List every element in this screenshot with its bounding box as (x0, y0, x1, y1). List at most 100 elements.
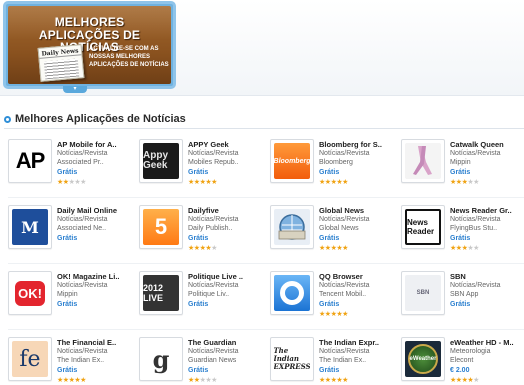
app-tile[interactable]: fe The Financial E.. Notícias/Revista The I… (8, 337, 139, 385)
app-icon-art: News Reader (405, 209, 441, 245)
rating-stars: ★★★★★ (188, 178, 272, 187)
news-reader-icon[interactable]: News Reader (401, 205, 445, 249)
app-name[interactable]: QQ Browser (319, 272, 403, 281)
rating-stars: ★★★★★ (319, 178, 403, 187)
section-header: Melhores Aplicações de Notícias (4, 112, 186, 126)
app-price: Grátis (57, 235, 78, 242)
star-icon: ★ (211, 245, 217, 252)
app-name[interactable]: eWeather HD - M.. (450, 338, 524, 347)
daily-mail-icon[interactable]: M (8, 205, 52, 249)
app-developer: Bloomberg (319, 159, 353, 166)
qq-ring-shape (280, 281, 304, 305)
app-info: SBN Notícias/Revista SBN App Grátis (450, 272, 524, 310)
app-name[interactable]: The Guardian (188, 338, 272, 347)
app-price: Grátis (188, 235, 209, 242)
ok-magazine-icon[interactable]: OK! (8, 271, 52, 315)
app-price: Grátis (450, 169, 471, 176)
catwalk-icon[interactable] (401, 139, 445, 183)
app-tile[interactable]: g The Guardian Notícias/Revista Guardian Ne… (139, 337, 270, 385)
app-info: Politique Live .. Notícias/Revista Politiq… (188, 272, 272, 310)
app-name[interactable]: Bloomberg for S.. (319, 140, 403, 149)
app-price: Grátis (57, 169, 78, 176)
star-icon: ★ (473, 245, 479, 252)
app-name[interactable]: Global News (319, 206, 403, 215)
rating-stars: ★★★★★ (57, 178, 141, 187)
app-tile[interactable]: OK! OK! Magazine Li.. Notícias/Revista Mipp… (8, 271, 139, 327)
politique-live-icon[interactable]: 2012 LIVE (139, 271, 183, 315)
app-name[interactable]: Dailyfive (188, 206, 272, 215)
dailyfive-icon[interactable]: 5 (139, 205, 183, 249)
banner-title-line1: MELHORES (54, 15, 125, 29)
app-name[interactable]: The Financial E.. (57, 338, 141, 347)
app-info: QQ Browser Notícias/Revista Tencent Mobil.… (319, 272, 403, 319)
app-icon-label: The Indian EXPRESS (274, 346, 310, 371)
app-price: Grátis (319, 235, 340, 242)
app-name[interactable]: Politique Live .. (188, 272, 272, 281)
app-icon-art (274, 275, 310, 311)
app-name[interactable]: News Reader Gr.. (450, 206, 524, 215)
financial-express-icon[interactable]: fe (8, 337, 52, 381)
app-developer: Guardian News (188, 357, 237, 364)
app-tile[interactable]: 2012 LIVE Politique Live .. Notícias/Revis… (139, 271, 270, 327)
app-row: fe The Financial E.. Notícias/Revista The I… (8, 331, 524, 385)
app-name[interactable]: Daily Mail Online (57, 206, 141, 215)
app-icon-label: g (152, 344, 170, 374)
chevron-down-icon[interactable]: ▾ (63, 86, 87, 93)
app-icon-art: SBN (405, 275, 441, 311)
app-category: Notícias/Revista (57, 348, 108, 355)
app-icon-art: g (143, 341, 179, 377)
qq-browser-icon[interactable] (270, 271, 314, 315)
app-info: Daily Mail Online Notícias/Revista Associa… (57, 206, 141, 244)
app-info: Bloomberg for S.. Notícias/Revista Bloombe… (319, 140, 403, 187)
app-name[interactable]: APPY Geek (188, 140, 272, 149)
bloomberg-icon[interactable]: Bloomberg (270, 139, 314, 183)
app-icon-label: fe (19, 346, 41, 372)
promo-banner[interactable]: MELHORES APLICAÇÕES DE NOTÍCIAS Daily Ne… (3, 1, 176, 89)
eweather-icon[interactable]: eWeather (401, 337, 445, 381)
sbn-icon[interactable]: SBN (401, 271, 445, 315)
app-tile[interactable]: QQ Browser Notícias/Revista Tencent Mobil.… (270, 271, 401, 327)
app-category: Notícias/Revista (319, 282, 370, 289)
app-developer: Politique Liv.. (188, 291, 230, 298)
app-tile[interactable]: AP AP Mobile for A.. Notícias/Revista Assoc… (8, 139, 139, 195)
star-icon: ★ (342, 245, 348, 252)
guardian-icon[interactable]: g (139, 337, 183, 381)
app-developer: Tencent Mobil.. (319, 291, 367, 298)
app-category: Notícias/Revista (319, 150, 370, 157)
app-icon-label: eWeather (408, 344, 438, 374)
app-category: Notícias/Revista (319, 348, 370, 355)
star-icon: ★ (473, 377, 479, 384)
app-tile[interactable]: News Reader News Reader Gr.. Notícias/Revi… (401, 205, 524, 261)
app-tile[interactable]: Catwalk Queen Notícias/Revista Mippin Gráti… (401, 139, 524, 195)
app-tile[interactable]: Appy Geek APPY Geek Notícias/Revista Mobile… (139, 139, 270, 195)
appy-geek-icon[interactable]: Appy Geek (139, 139, 183, 183)
app-info: Global News Notícias/Revista Global News Gr… (319, 206, 403, 253)
app-tile[interactable]: Global News Notícias/Revista Global News Gr… (270, 205, 401, 261)
indian-express-icon[interactable]: The Indian EXPRESS (270, 337, 314, 381)
app-category: Notícias/Revista (188, 216, 239, 223)
app-tile[interactable]: eWeather eWeather HD - M.. Meteorologia Ele… (401, 337, 524, 385)
app-developer: Daily Publish.. (188, 225, 233, 232)
app-info: eWeather HD - M.. Meteorologia Elecont € 2.… (450, 338, 524, 385)
app-tile[interactable]: 5 Dailyfive Notícias/Revista Daily Publish.… (139, 205, 270, 261)
app-icon-label: Bloomberg (274, 157, 310, 165)
ap-icon[interactable]: AP (8, 139, 52, 183)
app-developer: Mobiles Repub.. (188, 159, 239, 166)
app-tile[interactable]: M Daily Mail Online Notícias/Revista Associ… (8, 205, 139, 261)
app-icon-art: AP (12, 143, 48, 179)
app-price: Grátis (450, 301, 471, 308)
app-info: Dailyfive Notícias/Revista Daily Publish..… (188, 206, 272, 253)
app-name[interactable]: SBN (450, 272, 524, 281)
app-price: Grátis (319, 169, 340, 176)
app-tile[interactable]: SBN SBN Notícias/Revista SBN App Grátis (401, 271, 524, 327)
app-icon-label: 5 (154, 214, 168, 239)
app-name[interactable]: AP Mobile for A.. (57, 140, 141, 149)
global-news-icon[interactable] (270, 205, 314, 249)
app-tile[interactable]: Bloomberg Bloomberg for S.. Notícias/Revis… (270, 139, 401, 195)
app-tile[interactable]: The Indian EXPRESS The Indian Expr.. Notíc… (270, 337, 401, 385)
app-icon-art: M (12, 209, 48, 245)
app-name[interactable]: Catwalk Queen (450, 140, 524, 149)
app-name[interactable]: The Indian Expr.. (319, 338, 403, 347)
app-name[interactable]: OK! Magazine Li.. (57, 272, 141, 281)
app-price: Grátis (57, 367, 78, 374)
